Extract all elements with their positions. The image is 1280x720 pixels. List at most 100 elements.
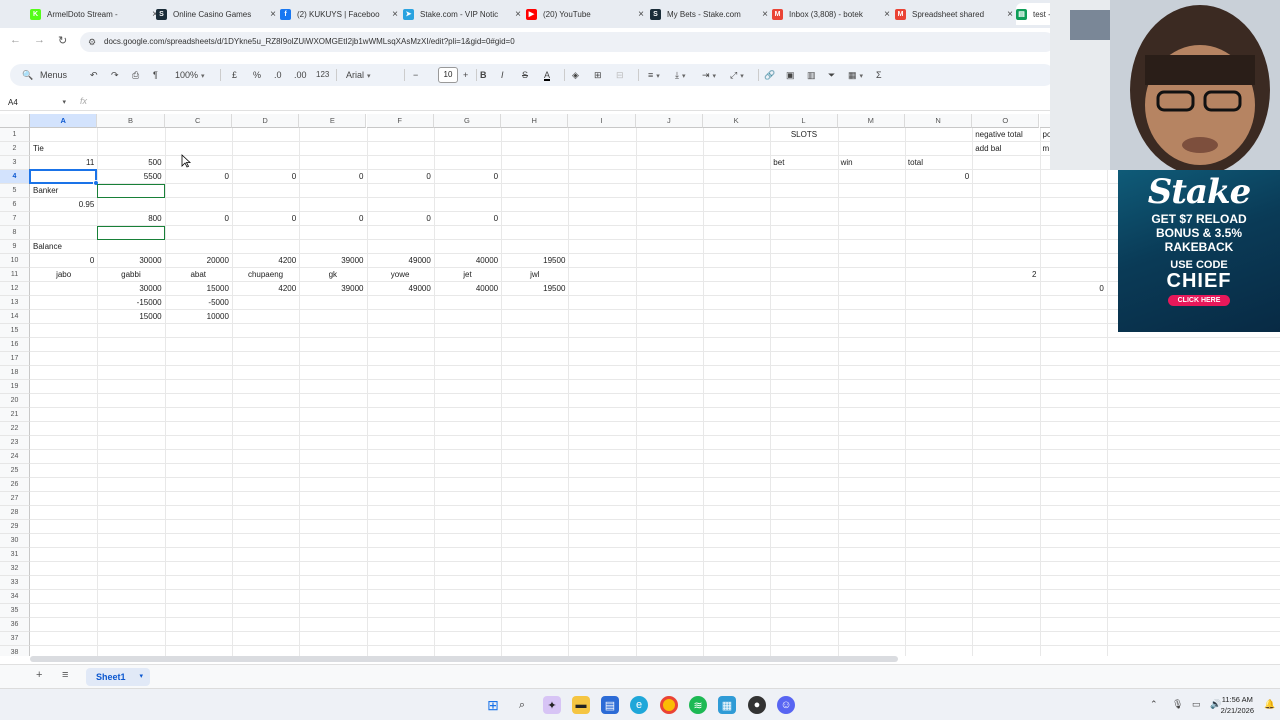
cell-b7[interactable]: 800 (97, 212, 164, 226)
cell-c4[interactable]: 0 (165, 170, 232, 184)
cell-a2[interactable]: Tie (30, 142, 97, 156)
row-header-14[interactable]: 14 (0, 310, 30, 324)
close-tab-icon[interactable]: × (1003, 9, 1017, 20)
row-header-37[interactable]: 37 (0, 632, 30, 646)
cell-e10[interactable]: 39000 (299, 254, 366, 268)
column-header-k[interactable]: K (703, 114, 771, 128)
text-rotation-icon[interactable]: ⤢ (730, 67, 744, 83)
discord-icon[interactable]: ☺ (777, 696, 795, 714)
cell-a6[interactable]: 0.95 (30, 198, 97, 212)
row-header-6[interactable]: 6 (0, 198, 30, 212)
row-header-22[interactable]: 22 (0, 422, 30, 436)
start-icon[interactable]: ⊞ (484, 696, 502, 714)
row-header-23[interactable]: 23 (0, 436, 30, 450)
zoom-select[interactable]: 100% (175, 67, 205, 83)
browser-tab[interactable]: ➤ Stake.com - VIP Notic × (403, 3, 525, 25)
row-header-13[interactable]: 13 (0, 296, 30, 310)
cell-d10[interactable]: 4200 (232, 254, 299, 268)
text-color-button[interactable]: A (544, 67, 551, 81)
close-tab-icon[interactable]: × (266, 9, 280, 20)
forward-icon[interactable]: → (34, 34, 45, 46)
cell-d12[interactable]: 4200 (232, 282, 299, 296)
row-header-38[interactable]: 38 (0, 646, 30, 656)
sheet-tab[interactable]: Sheet1 (86, 668, 150, 686)
column-header-f[interactable]: F (366, 114, 434, 128)
column-header-c[interactable]: C (164, 114, 232, 128)
back-icon[interactable]: ← (10, 34, 21, 46)
cell-p12[interactable]: 0 (1040, 282, 1107, 296)
microphone-icon[interactable]: 🎙 (1172, 699, 1183, 710)
borders-icon[interactable]: ⊞ (594, 67, 602, 83)
cell-b3[interactable]: 500 (97, 156, 164, 170)
cell-f11[interactable]: yowe (367, 268, 434, 282)
cell-b4[interactable]: 5500 (97, 170, 164, 184)
merge-cells-icon[interactable]: ⊟ (616, 67, 624, 83)
cell-c10[interactable]: 20000 (165, 254, 232, 268)
all-sheets-icon[interactable]: ≡ (62, 669, 68, 681)
row-header-18[interactable]: 18 (0, 366, 30, 380)
percent-button[interactable]: % (253, 67, 261, 83)
redo-icon[interactable]: ↷ (111, 67, 119, 83)
cell-c12[interactable]: 15000 (165, 282, 232, 296)
cell-g7[interactable]: 0 (434, 212, 501, 226)
cell-g10[interactable]: 40000 (434, 254, 501, 268)
row-header-30[interactable]: 30 (0, 534, 30, 548)
browser-tab[interactable]: f (2) KUKUYS | Faceboo × (280, 3, 402, 25)
cell-d4[interactable]: 0 (232, 170, 299, 184)
row-header-25[interactable]: 25 (0, 464, 30, 478)
insert-link-icon[interactable]: 🔗 (764, 67, 775, 83)
active-cell-selection[interactable] (29, 169, 100, 186)
row-header-26[interactable]: 26 (0, 478, 30, 492)
close-tab-icon[interactable]: × (511, 9, 525, 20)
cell-b13[interactable]: -15000 (97, 296, 164, 310)
row-header-17[interactable]: 17 (0, 352, 30, 366)
browser-tab[interactable]: M Inbox (3,808) - botek × (772, 3, 894, 25)
row-header-2[interactable]: 2 (0, 142, 30, 156)
cell-n4[interactable]: 0 (905, 170, 972, 184)
taskbar-search-icon[interactable]: ⌕ (513, 696, 531, 714)
column-header-h[interactable]: H (501, 114, 569, 128)
row-header-16[interactable]: 16 (0, 338, 30, 352)
cell-e7[interactable]: 0 (299, 212, 366, 226)
edge-icon[interactable]: e (630, 696, 648, 714)
cell-b11[interactable]: gabbi (97, 268, 164, 282)
obs-icon[interactable]: ● (748, 696, 766, 714)
chrome-icon[interactable] (660, 696, 678, 714)
column-header-o[interactable]: O (972, 114, 1040, 128)
row-header-1[interactable]: 1 (0, 128, 30, 142)
horizontal-scrollbar[interactable] (30, 656, 898, 662)
row-header-15[interactable]: 15 (0, 324, 30, 338)
cell-l3[interactable]: bet (770, 156, 837, 170)
close-tab-icon[interactable]: × (880, 9, 894, 20)
strikethrough-button[interactable]: S (522, 67, 528, 83)
column-header-b[interactable]: B (97, 114, 165, 128)
functions-button[interactable]: Σ (876, 67, 882, 83)
cell-b10[interactable]: 30000 (97, 254, 164, 268)
column-header-a[interactable]: A (30, 114, 98, 128)
cell-a11[interactable]: jabo (30, 268, 97, 282)
cell-b12[interactable]: 30000 (97, 282, 164, 296)
decrease-decimal-button[interactable]: .0 (274, 67, 282, 83)
row-header-33[interactable]: 33 (0, 576, 30, 590)
row-header-32[interactable]: 32 (0, 562, 30, 576)
cell-n3[interactable]: total (905, 156, 972, 170)
cell-e11[interactable]: gk (299, 268, 366, 282)
row-header-35[interactable]: 35 (0, 604, 30, 618)
tray-overflow-icon[interactable]: ⌃ (1150, 699, 1158, 710)
cell-o1[interactable]: negative total (972, 128, 1039, 142)
filter-views-icon[interactable]: ▦ (848, 67, 863, 83)
cell-o11[interactable]: 2 (972, 268, 1039, 282)
row-header-36[interactable]: 36 (0, 618, 30, 632)
row-header-28[interactable]: 28 (0, 506, 30, 520)
column-header-l[interactable]: L (770, 114, 838, 128)
paint-format-icon[interactable]: ¶ (153, 67, 158, 83)
cell-c7[interactable]: 0 (165, 212, 232, 226)
reload-icon[interactable]: ↻ (58, 34, 67, 47)
print-icon[interactable]: ⎙ (132, 67, 139, 83)
font-size-increase-icon[interactable]: + (463, 67, 468, 83)
fill-color-icon[interactable]: ◈ (572, 67, 579, 83)
cell-g11[interactable]: jet (434, 268, 501, 282)
network-icon[interactable]: ▭ (1192, 699, 1201, 710)
row-header-7[interactable]: 7 (0, 212, 30, 226)
close-tab-icon[interactable]: × (388, 9, 402, 20)
